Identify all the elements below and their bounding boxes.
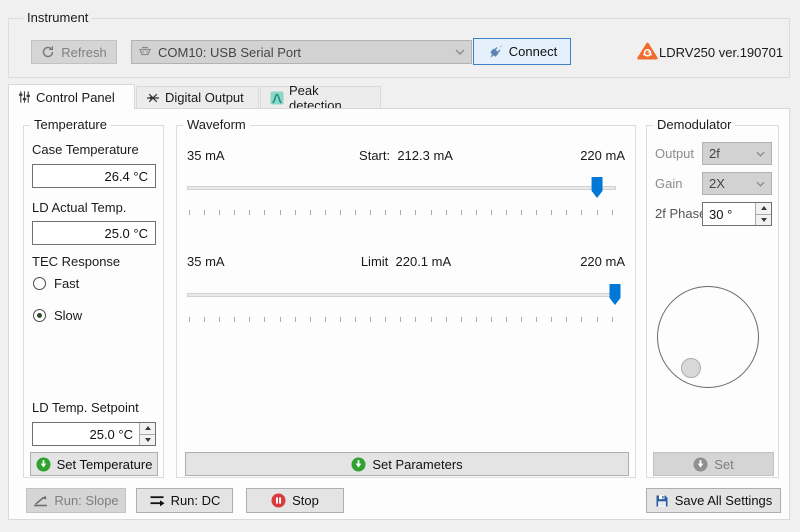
tec-fast-option[interactable]: Fast <box>33 276 79 291</box>
temperature-group-title: Temperature <box>30 117 111 132</box>
set-temperature-button[interactable]: Set Temperature <box>30 452 158 476</box>
refresh-button-label: Refresh <box>61 45 107 60</box>
connect-button[interactable]: Connect <box>473 38 571 65</box>
phase-knob[interactable] <box>657 286 759 388</box>
pause-circle-icon <box>271 493 286 508</box>
knob-indicator-dot <box>681 358 701 378</box>
tab-control-panel-label: Control Panel <box>36 90 115 105</box>
temperature-group: Temperature Case Temperature 26.4 °C LD … <box>23 125 164 478</box>
phase-spinner <box>755 203 771 225</box>
setpoint-spinner <box>139 423 155 445</box>
case-temperature-field[interactable]: 26.4 °C <box>32 164 156 188</box>
phase-value: 30 ° <box>703 203 754 225</box>
gain-label: Gain <box>655 176 682 191</box>
connect-button-label: Connect <box>509 44 557 59</box>
limit-slider-thumb[interactable] <box>610 284 621 305</box>
refresh-icon <box>41 45 55 59</box>
chevron-down-icon <box>756 181 765 187</box>
case-temperature-value: 26.4 °C <box>104 169 148 184</box>
download-circle-icon-disabled <box>693 457 708 472</box>
peak-curve-icon <box>270 91 284 105</box>
output-select[interactable]: 2f <box>702 142 772 165</box>
ld-temp-setpoint-value: 25.0 °C <box>33 423 138 445</box>
phase-field[interactable]: 30 ° <box>702 202 772 226</box>
refresh-button[interactable]: Refresh <box>31 40 117 64</box>
chevron-down-icon <box>756 151 765 157</box>
tab-digital-output[interactable]: Digital Output <box>136 86 259 109</box>
waveform-group-title: Waveform <box>183 117 250 132</box>
tab-digital-output-label: Digital Output <box>165 90 244 105</box>
run-dc-label: Run: DC <box>171 493 221 508</box>
tec-slow-label: Slow <box>54 308 82 323</box>
digital-output-icon <box>146 91 160 105</box>
set-parameters-button[interactable]: Set Parameters <box>185 452 629 476</box>
brand-logo-icon <box>637 42 658 60</box>
start-slider-thumb[interactable] <box>592 177 603 198</box>
gain-select[interactable]: 2X <box>702 172 772 195</box>
ld-temp-setpoint-field[interactable]: 25.0 °C <box>32 422 156 446</box>
spin-down-button[interactable] <box>140 435 155 446</box>
set-temperature-label: Set Temperature <box>57 457 153 472</box>
demodulator-group-title: Demodulator <box>653 117 735 132</box>
limit-current-slider[interactable] <box>187 293 616 297</box>
phase-label: 2f Phase <box>655 206 706 221</box>
ld-actual-temp-label: LD Actual Temp. <box>32 200 126 215</box>
set-parameters-label: Set Parameters <box>372 457 462 472</box>
limit-slider-ticks <box>189 317 613 322</box>
ld-actual-temp-value: 25.0 °C <box>104 226 148 241</box>
stop-button[interactable]: Stop <box>246 488 344 513</box>
radio-button-fast[interactable] <box>33 277 46 290</box>
tec-slow-option[interactable]: Slow <box>33 308 82 323</box>
dc-arrow-icon <box>149 495 165 507</box>
demodulator-set-label: Set <box>714 457 734 472</box>
com-port-value: COM10: USB Serial Port <box>158 45 301 60</box>
start-slider-max-label: 220 mA <box>580 148 625 163</box>
instrument-group-title: Instrument <box>23 10 92 25</box>
chevron-down-icon <box>455 49 465 55</box>
ld-actual-temp-field[interactable]: 25.0 °C <box>32 221 156 245</box>
spin-down-button[interactable] <box>756 215 771 226</box>
save-all-settings-button[interactable]: Save All Settings <box>646 488 781 513</box>
save-all-settings-label: Save All Settings <box>675 493 773 508</box>
start-current-slider[interactable] <box>187 186 616 190</box>
run-slope-label: Run: Slope <box>54 493 118 508</box>
slope-ramp-icon <box>33 494 48 507</box>
connector-plug-icon <box>487 45 503 59</box>
control-panel-page: Temperature Case Temperature 26.4 °C LD … <box>8 108 790 520</box>
demodulator-set-button[interactable]: Set <box>653 452 774 476</box>
instrument-group: Instrument Refresh COM10: USB Serial Por… <box>8 18 790 78</box>
spin-up-button[interactable] <box>140 423 155 435</box>
limit-slider-value-label: Limit 220.1 mA <box>177 254 635 269</box>
case-temperature-label: Case Temperature <box>32 142 139 157</box>
radio-button-slow[interactable] <box>33 309 46 322</box>
tab-peak-detection[interactable]: Peak detection <box>260 86 381 109</box>
output-value: 2f <box>709 146 720 161</box>
run-slope-button[interactable]: Run: Slope <box>26 488 126 513</box>
gain-value: 2X <box>709 176 725 191</box>
tab-control-panel[interactable]: Control Panel <box>8 84 135 109</box>
app-window: Instrument Refresh COM10: USB Serial Por… <box>0 0 800 532</box>
firmware-version-label: LDRV250 ver.190701 <box>659 45 783 60</box>
stop-label: Stop <box>292 493 319 508</box>
tec-fast-label: Fast <box>54 276 79 291</box>
ld-temp-setpoint-label: LD Temp. Setpoint <box>32 400 139 415</box>
spin-up-button[interactable] <box>756 203 771 215</box>
demodulator-group: Demodulator Output 2f Gain 2X 2f Phase 3… <box>646 125 779 478</box>
run-dc-button[interactable]: Run: DC <box>136 488 233 513</box>
limit-slider-max-label: 220 mA <box>580 254 625 269</box>
floppy-save-icon <box>655 494 669 508</box>
waveform-group: Waveform 35 mA Start: 212.3 mA 220 mA 35… <box>176 125 636 478</box>
com-port-select[interactable]: COM10: USB Serial Port <box>131 40 472 64</box>
sliders-icon <box>18 90 31 104</box>
output-label: Output <box>655 146 694 161</box>
serial-port-icon <box>138 46 152 58</box>
tec-response-label: TEC Response <box>32 254 120 269</box>
start-slider-value-label: Start: 212.3 mA <box>177 148 635 163</box>
start-slider-ticks <box>189 210 613 215</box>
download-circle-icon <box>36 457 51 472</box>
download-circle-icon <box>351 457 366 472</box>
